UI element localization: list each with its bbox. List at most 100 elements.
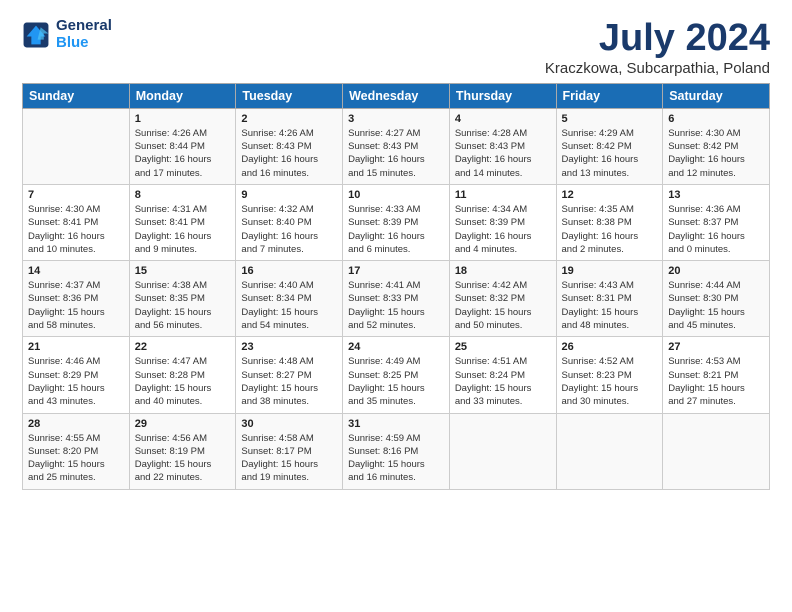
calendar-cell: 10 Sunrise: 4:33 AM Sunset: 8:39 PM Dayli… bbox=[343, 184, 450, 260]
day-number: 4 bbox=[455, 113, 551, 125]
day-number: 22 bbox=[135, 341, 231, 353]
day-info: Sunrise: 4:27 AM Sunset: 8:43 PM Dayligh… bbox=[348, 127, 444, 180]
day-info: Sunrise: 4:30 AM Sunset: 8:42 PM Dayligh… bbox=[668, 127, 764, 180]
day-info: Sunrise: 4:47 AM Sunset: 8:28 PM Dayligh… bbox=[135, 355, 231, 408]
week-row-1: 1 Sunrise: 4:26 AM Sunset: 8:44 PM Daylig… bbox=[23, 108, 770, 184]
day-number: 31 bbox=[348, 418, 444, 430]
day-number: 25 bbox=[455, 341, 551, 353]
day-number: 16 bbox=[241, 265, 337, 277]
calendar-cell: 12Sunrise: 4:35 AM Sunset: 8:38 PM Dayli… bbox=[556, 184, 663, 260]
day-info: Sunrise: 4:51 AM Sunset: 8:24 PM Dayligh… bbox=[455, 355, 551, 408]
calendar-cell: 24 Sunrise: 4:49 AM Sunset: 8:25 PM Dayli… bbox=[343, 337, 450, 413]
calendar-cell: 17 Sunrise: 4:41 AM Sunset: 8:33 PM Dayli… bbox=[343, 261, 450, 337]
day-number: 26 bbox=[562, 341, 658, 353]
day-info: Sunrise: 4:52 AM Sunset: 8:23 PM Dayligh… bbox=[562, 355, 658, 408]
calendar-cell: 5Sunrise: 4:29 AM Sunset: 8:42 PM Daylig… bbox=[556, 108, 663, 184]
day-info: Sunrise: 4:26 AM Sunset: 8:44 PM Dayligh… bbox=[135, 127, 231, 180]
col-header-tuesday: Tuesday bbox=[236, 83, 343, 108]
calendar-cell: 21 Sunrise: 4:46 AM Sunset: 8:29 PM Dayli… bbox=[23, 337, 130, 413]
day-info: Sunrise: 4:38 AM Sunset: 8:35 PM Dayligh… bbox=[135, 279, 231, 332]
week-row-2: 7Sunrise: 4:30 AM Sunset: 8:41 PM Daylig… bbox=[23, 184, 770, 260]
calendar-cell bbox=[556, 413, 663, 489]
day-number: 13 bbox=[668, 189, 764, 201]
week-row-5: 28Sunrise: 4:55 AM Sunset: 8:20 PM Dayli… bbox=[23, 413, 770, 489]
day-info: Sunrise: 4:37 AM Sunset: 8:36 PM Dayligh… bbox=[28, 279, 124, 332]
calendar-cell: 15 Sunrise: 4:38 AM Sunset: 8:35 PM Dayli… bbox=[129, 261, 236, 337]
day-number: 17 bbox=[348, 265, 444, 277]
calendar-cell: 22 Sunrise: 4:47 AM Sunset: 8:28 PM Dayli… bbox=[129, 337, 236, 413]
calendar-cell: 29 Sunrise: 4:56 AM Sunset: 8:19 PM Dayli… bbox=[129, 413, 236, 489]
calendar-cell: 1 Sunrise: 4:26 AM Sunset: 8:44 PM Daylig… bbox=[129, 108, 236, 184]
week-row-4: 21 Sunrise: 4:46 AM Sunset: 8:29 PM Dayli… bbox=[23, 337, 770, 413]
day-number: 15 bbox=[135, 265, 231, 277]
day-info: Sunrise: 4:33 AM Sunset: 8:39 PM Dayligh… bbox=[348, 203, 444, 256]
main-title: July 2024 bbox=[545, 18, 770, 60]
calendar-cell: 13 Sunrise: 4:36 AM Sunset: 8:37 PM Dayli… bbox=[663, 184, 770, 260]
day-info: Sunrise: 4:26 AM Sunset: 8:43 PM Dayligh… bbox=[241, 127, 337, 180]
day-info: Sunrise: 4:28 AM Sunset: 8:43 PM Dayligh… bbox=[455, 127, 551, 180]
calendar-cell bbox=[449, 413, 556, 489]
col-header-thursday: Thursday bbox=[449, 83, 556, 108]
day-info: Sunrise: 4:36 AM Sunset: 8:37 PM Dayligh… bbox=[668, 203, 764, 256]
day-number: 29 bbox=[135, 418, 231, 430]
calendar-cell bbox=[663, 413, 770, 489]
logo-text: General Blue bbox=[56, 18, 112, 51]
calendar-cell: 18 Sunrise: 4:42 AM Sunset: 8:32 PM Dayli… bbox=[449, 261, 556, 337]
day-number: 27 bbox=[668, 341, 764, 353]
day-number: 28 bbox=[28, 418, 124, 430]
calendar-cell: 3 Sunrise: 4:27 AM Sunset: 8:43 PM Daylig… bbox=[343, 108, 450, 184]
calendar-cell: 4 Sunrise: 4:28 AM Sunset: 8:43 PM Daylig… bbox=[449, 108, 556, 184]
calendar-table: SundayMondayTuesdayWednesdayThursdayFrid… bbox=[22, 83, 770, 490]
title-block: July 2024 Kraczkowa, Subcarpathia, Polan… bbox=[545, 18, 770, 77]
day-number: 9 bbox=[241, 189, 337, 201]
calendar-cell: 20 Sunrise: 4:44 AM Sunset: 8:30 PM Dayli… bbox=[663, 261, 770, 337]
calendar-cell: 6Sunrise: 4:30 AM Sunset: 8:42 PM Daylig… bbox=[663, 108, 770, 184]
calendar-cell: 26 Sunrise: 4:52 AM Sunset: 8:23 PM Dayli… bbox=[556, 337, 663, 413]
day-number: 21 bbox=[28, 341, 124, 353]
day-info: Sunrise: 4:44 AM Sunset: 8:30 PM Dayligh… bbox=[668, 279, 764, 332]
day-info: Sunrise: 4:42 AM Sunset: 8:32 PM Dayligh… bbox=[455, 279, 551, 332]
day-info: Sunrise: 4:49 AM Sunset: 8:25 PM Dayligh… bbox=[348, 355, 444, 408]
calendar-cell: 31 Sunrise: 4:59 AM Sunset: 8:16 PM Dayli… bbox=[343, 413, 450, 489]
calendar-cell: 30Sunrise: 4:58 AM Sunset: 8:17 PM Dayli… bbox=[236, 413, 343, 489]
day-info: Sunrise: 4:59 AM Sunset: 8:16 PM Dayligh… bbox=[348, 432, 444, 485]
col-header-saturday: Saturday bbox=[663, 83, 770, 108]
calendar-cell: 27 Sunrise: 4:53 AM Sunset: 8:21 PM Dayli… bbox=[663, 337, 770, 413]
day-info: Sunrise: 4:31 AM Sunset: 8:41 PM Dayligh… bbox=[135, 203, 231, 256]
day-info: Sunrise: 4:29 AM Sunset: 8:42 PM Dayligh… bbox=[562, 127, 658, 180]
col-header-friday: Friday bbox=[556, 83, 663, 108]
day-number: 30 bbox=[241, 418, 337, 430]
day-info: Sunrise: 4:41 AM Sunset: 8:33 PM Dayligh… bbox=[348, 279, 444, 332]
day-info: Sunrise: 4:43 AM Sunset: 8:31 PM Dayligh… bbox=[562, 279, 658, 332]
day-info: Sunrise: 4:40 AM Sunset: 8:34 PM Dayligh… bbox=[241, 279, 337, 332]
day-number: 18 bbox=[455, 265, 551, 277]
calendar-page: General Blue July 2024 Kraczkowa, Subcar… bbox=[0, 0, 792, 502]
day-number: 11 bbox=[455, 189, 551, 201]
day-number: 20 bbox=[668, 265, 764, 277]
day-number: 8 bbox=[135, 189, 231, 201]
calendar-cell: 8 Sunrise: 4:31 AM Sunset: 8:41 PM Daylig… bbox=[129, 184, 236, 260]
calendar-cell: 11Sunrise: 4:34 AM Sunset: 8:39 PM Dayli… bbox=[449, 184, 556, 260]
day-info: Sunrise: 4:53 AM Sunset: 8:21 PM Dayligh… bbox=[668, 355, 764, 408]
day-info: Sunrise: 4:46 AM Sunset: 8:29 PM Dayligh… bbox=[28, 355, 124, 408]
col-header-monday: Monday bbox=[129, 83, 236, 108]
calendar-cell: 19 Sunrise: 4:43 AM Sunset: 8:31 PM Dayli… bbox=[556, 261, 663, 337]
logo: General Blue bbox=[22, 18, 112, 51]
day-number: 12 bbox=[562, 189, 658, 201]
calendar-cell: 16 Sunrise: 4:40 AM Sunset: 8:34 PM Dayli… bbox=[236, 261, 343, 337]
calendar-cell bbox=[23, 108, 130, 184]
day-number: 10 bbox=[348, 189, 444, 201]
calendar-cell: 25 Sunrise: 4:51 AM Sunset: 8:24 PM Dayli… bbox=[449, 337, 556, 413]
day-number: 24 bbox=[348, 341, 444, 353]
day-info: Sunrise: 4:32 AM Sunset: 8:40 PM Dayligh… bbox=[241, 203, 337, 256]
subtitle: Kraczkowa, Subcarpathia, Poland bbox=[545, 60, 770, 77]
calendar-cell: 23Sunrise: 4:48 AM Sunset: 8:27 PM Dayli… bbox=[236, 337, 343, 413]
day-info: Sunrise: 4:56 AM Sunset: 8:19 PM Dayligh… bbox=[135, 432, 231, 485]
week-row-3: 14 Sunrise: 4:37 AM Sunset: 8:36 PM Dayli… bbox=[23, 261, 770, 337]
col-header-wednesday: Wednesday bbox=[343, 83, 450, 108]
day-number: 1 bbox=[135, 113, 231, 125]
day-number: 3 bbox=[348, 113, 444, 125]
day-number: 14 bbox=[28, 265, 124, 277]
day-info: Sunrise: 4:30 AM Sunset: 8:41 PM Dayligh… bbox=[28, 203, 124, 256]
day-number: 19 bbox=[562, 265, 658, 277]
